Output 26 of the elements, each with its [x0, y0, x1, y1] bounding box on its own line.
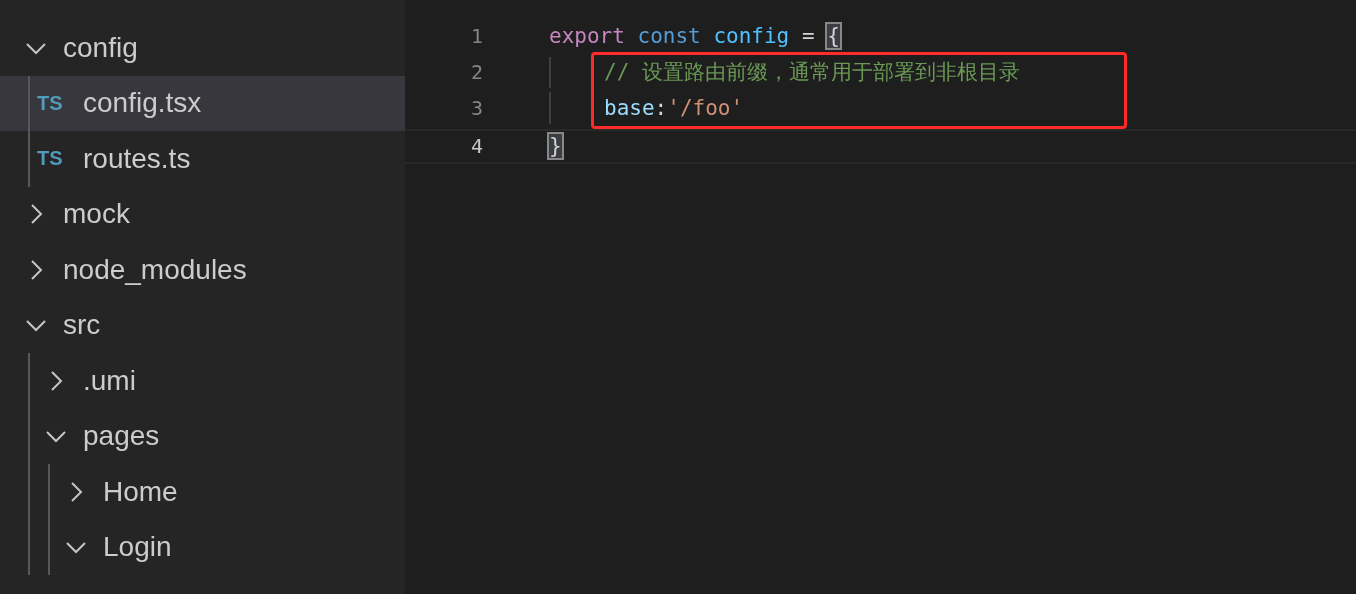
- code-token: '/foo': [667, 95, 744, 120]
- typescript-file-icon: TS: [37, 91, 67, 115]
- line-number: 3: [469, 95, 483, 120]
- code-comment: // 设置路由前缀，通常用于部署到非根目录: [604, 59, 1020, 87]
- code-token: :: [654, 95, 668, 120]
- code-token: }: [549, 134, 562, 159]
- file-item[interactable]: TS routes.ts: [0, 131, 405, 187]
- folder-item[interactable]: Login: [0, 519, 405, 575]
- line-number: 2: [469, 60, 483, 85]
- code-token: config: [713, 23, 790, 48]
- folder-item[interactable]: .umi: [0, 353, 405, 409]
- folder-item[interactable]: config: [0, 20, 405, 76]
- line-number: 4: [469, 134, 483, 159]
- folder-item[interactable]: node_modules: [0, 242, 405, 298]
- code-token: base: [604, 95, 655, 120]
- code-token: const: [637, 23, 702, 48]
- file-item[interactable]: TS config.tsx: [0, 75, 405, 131]
- code-token: export: [549, 23, 626, 48]
- line-number: 1: [469, 23, 483, 48]
- folder-item[interactable]: src: [0, 297, 405, 353]
- folder-item[interactable]: mock: [0, 186, 405, 242]
- folder-item[interactable]: Home: [0, 464, 405, 520]
- code-token: {: [827, 23, 840, 48]
- code-token: =: [800, 23, 816, 48]
- folder-item[interactable]: pages: [0, 408, 405, 464]
- typescript-file-icon: TS: [37, 147, 67, 171]
